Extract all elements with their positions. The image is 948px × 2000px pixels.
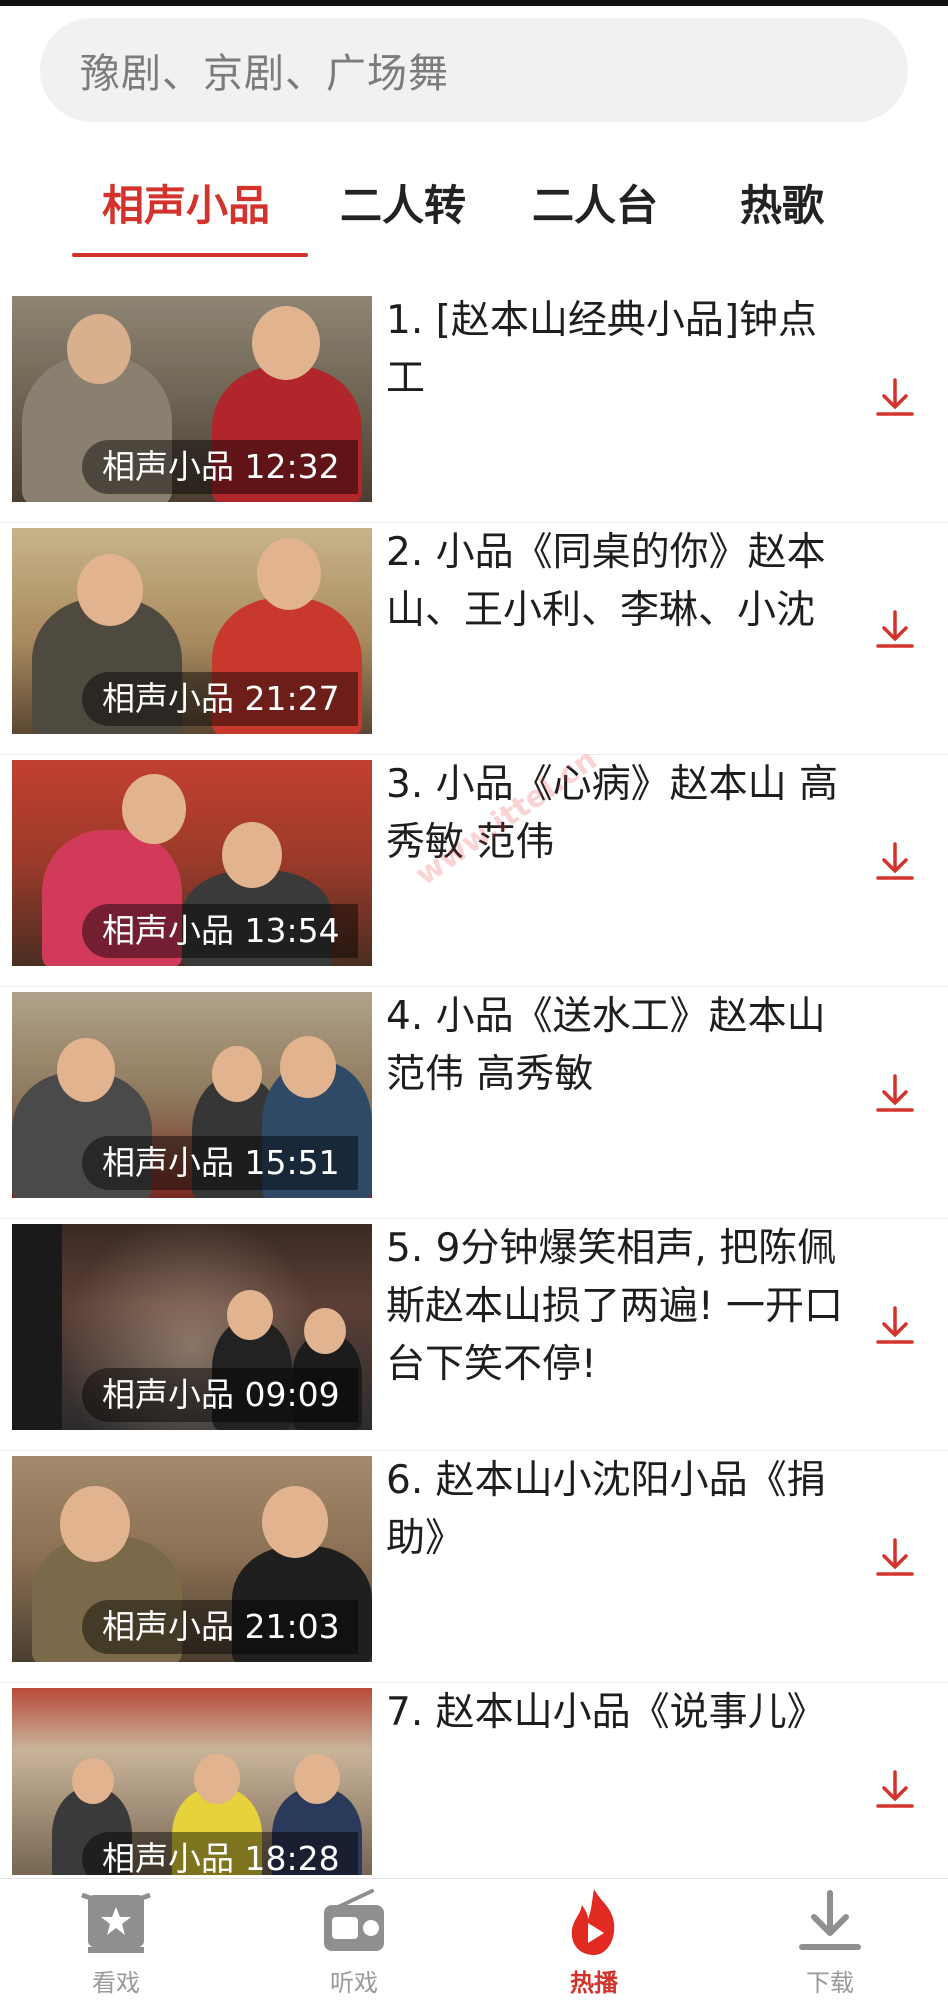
video-duration-badge: 相声小品 21:03: [82, 1600, 358, 1654]
status-bar-edge: [0, 0, 948, 6]
video-title[interactable]: 1. [赵本山经典小品]钟点工: [386, 292, 856, 408]
list-item[interactable]: 相声小品 09:09 5. 9分钟爆笑相声, 把陈佩斯赵本山损了两遍! 一开口台…: [0, 1218, 948, 1451]
video-duration-badge: 相声小品 18:28: [82, 1832, 358, 1875]
download-icon[interactable]: [870, 606, 920, 656]
video-duration-badge: 相声小品 12:32: [82, 440, 358, 494]
flame-play-icon: [571, 1889, 615, 1955]
video-thumbnail[interactable]: 相声小品 18:28: [12, 1688, 372, 1875]
list-item[interactable]: 相声小品 12:32 1. [赵本山经典小品]钟点工: [0, 290, 948, 523]
video-thumbnail[interactable]: 相声小品 13:54: [12, 760, 372, 966]
search-bar[interactable]: 豫剧、京剧、广场舞: [40, 18, 908, 122]
video-title[interactable]: 6. 赵本山小沈阳小品《捐助》: [386, 1452, 856, 1568]
download-icon[interactable]: [870, 1070, 920, 1120]
video-thumbnail[interactable]: 相声小品 21:03: [12, 1456, 372, 1662]
tab-rege[interactable]: 热歌: [740, 172, 824, 233]
nav-item-xiazai[interactable]: 下载: [760, 1887, 900, 1998]
nav-label: 热播: [570, 1969, 618, 1997]
video-duration-badge: 相声小品 15:51: [82, 1136, 358, 1190]
video-title[interactable]: 7. 赵本山小品《说事儿》: [386, 1684, 856, 1742]
list-item[interactable]: 相声小品 21:27 2. 小品《同桌的你》赵本山、王小利、李琳、小沈: [0, 522, 948, 755]
list-item[interactable]: 相声小品 21:03 6. 赵本山小沈阳小品《捐助》: [0, 1450, 948, 1683]
download-icon: [799, 1890, 861, 1950]
video-thumbnail[interactable]: 相声小品 21:27: [12, 528, 372, 734]
tab-xiangsheng-xiaopin[interactable]: 相声小品: [102, 172, 270, 233]
video-duration-badge: 相声小品 09:09: [82, 1368, 358, 1422]
tab-errentai[interactable]: 二人台: [532, 172, 658, 233]
tab-errenzhuan[interactable]: 二人转: [340, 172, 466, 233]
video-title[interactable]: 4. 小品《送水工》赵本山 范伟 高秀敏: [386, 988, 856, 1104]
list-item[interactable]: 相声小品 18:28 7. 赵本山小品《说事儿》: [0, 1682, 948, 1875]
nav-item-tingxi[interactable]: 听戏: [284, 1887, 424, 1998]
download-icon[interactable]: [870, 1534, 920, 1584]
video-duration-badge: 相声小品 21:27: [82, 672, 358, 726]
video-thumbnail[interactable]: 相声小品 12:32: [12, 296, 372, 502]
list-item[interactable]: 相声小品 15:51 4. 小品《送水工》赵本山 范伟 高秀敏: [0, 986, 948, 1219]
nav-item-rebo[interactable]: 热播: [524, 1887, 664, 1998]
video-title[interactable]: 3. 小品《心病》赵本山 高秀敏 范伟: [386, 756, 856, 872]
video-thumbnail[interactable]: 相声小品 09:09: [12, 1224, 372, 1430]
video-duration-badge: 相声小品 13:54: [82, 904, 358, 958]
nav-item-kanxi[interactable]: 看戏: [46, 1887, 186, 1998]
download-icon[interactable]: [870, 1302, 920, 1352]
radio-icon: [324, 1889, 384, 1951]
active-tab-indicator: [72, 253, 308, 257]
list-item[interactable]: 相声小品 13:54 3. 小品《心病》赵本山 高秀敏 范伟: [0, 754, 948, 987]
theater-icon: [81, 1892, 151, 1953]
video-list: 相声小品 12:32 1. [赵本山经典小品]钟点工 相声小品 21:27 2.…: [0, 290, 948, 1875]
category-tabs: 相声小品 二人转 二人台 热歌: [0, 150, 948, 260]
video-title[interactable]: 5. 9分钟爆笑相声, 把陈佩斯赵本山损了两遍! 一开口台下笑不停!: [386, 1220, 856, 1394]
nav-label: 下载: [806, 1969, 854, 1997]
nav-label: 看戏: [92, 1969, 140, 1997]
video-title[interactable]: 2. 小品《同桌的你》赵本山、王小利、李琳、小沈: [386, 524, 856, 640]
search-placeholder: 豫剧、京剧、广场舞: [80, 51, 449, 97]
download-icon[interactable]: [870, 838, 920, 888]
download-icon[interactable]: [870, 374, 920, 424]
download-icon[interactable]: [870, 1766, 920, 1816]
bottom-nav: 看戏 听戏 热播 下载: [0, 1878, 948, 2000]
video-thumbnail[interactable]: 相声小品 15:51: [12, 992, 372, 1198]
nav-label: 听戏: [330, 1969, 378, 1997]
